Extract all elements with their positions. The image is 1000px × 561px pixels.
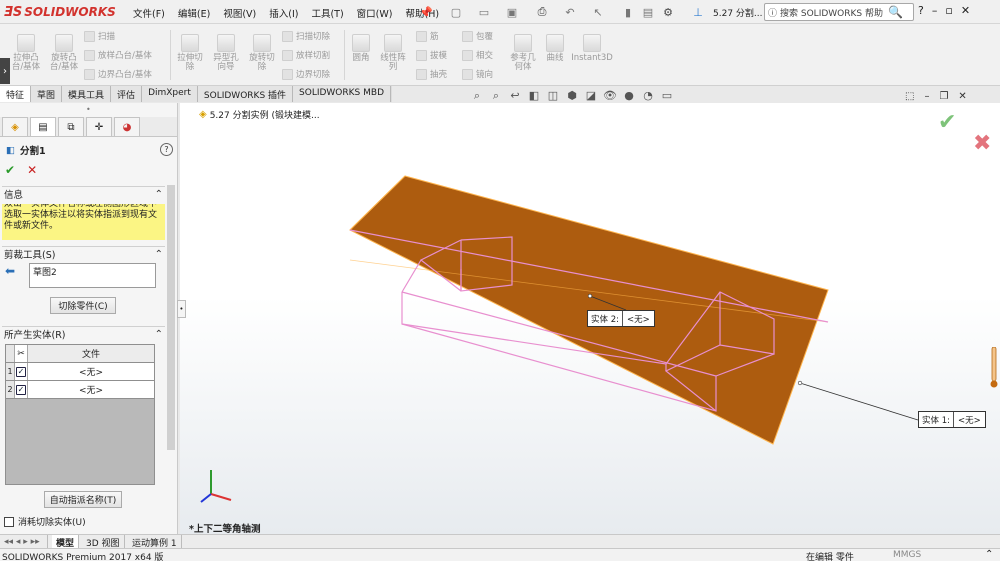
ok-cancel-group: ✔ ✕ — [5, 163, 37, 177]
row-number: 2 — [6, 381, 15, 398]
consume-label: 消耗切除实体(U) — [18, 518, 86, 528]
consume-checkbox[interactable] — [4, 516, 14, 527]
reference-triad — [200, 470, 232, 503]
consume-cut-bodies-option[interactable]: 消耗切除实体(U) — [4, 515, 86, 528]
product-version: SOLIDWORKS Premium 2017 x64 版 — [2, 553, 164, 561]
view-orientation-label: *上下二等角轴测 — [189, 524, 261, 535]
callout-anchor-1 — [797, 380, 803, 386]
body-2-value: <无> — [626, 314, 650, 325]
trim-tools-title: 剪裁工具(S) — [4, 250, 56, 261]
row-file[interactable]: <无> — [28, 381, 154, 398]
edit-mode-status: 在编辑 零件 — [806, 553, 854, 561]
body-1-value: <无> — [957, 415, 981, 426]
configuration-manager-tab-icon[interactable]: ⧉ — [58, 117, 84, 136]
manager-tabs: ◈ ▤ ⧉ ✛ ◕ — [0, 117, 177, 137]
collapse-chevron-icon: ⌃ — [154, 328, 163, 340]
table-header-row: ✂ 文件 — [6, 345, 154, 363]
feature-title: ◧ 分割1 — [6, 143, 46, 158]
callout-leader-1 — [799, 382, 919, 421]
row-checkbox[interactable]: ✓ — [16, 384, 26, 395]
table-row[interactable]: 1 ✓ <无> — [6, 363, 154, 381]
tab-motion-study[interactable]: 运动算例 1 — [128, 535, 182, 549]
body-2-label: 实体 2: — [588, 311, 623, 326]
panel-collapse-handle[interactable]: • — [177, 300, 186, 318]
status-bar: SOLIDWORKS Premium 2017 x64 版 在编辑 零件 MMG… — [0, 548, 1000, 561]
info-text: 双击一实体文件名称或左侧图形区域中选取一实体标注以将实体指派到现有文件或新文件。 — [4, 204, 158, 231]
info-message: 双击一实体文件名称或左侧图形区域中选取一实体标注以将实体指派到现有文件或新文件。 — [2, 204, 165, 240]
row-number: 1 — [6, 363, 15, 380]
row-checkbox[interactable]: ✓ — [16, 366, 26, 377]
body-2-callout[interactable]: 实体 2: <无> — [587, 310, 655, 327]
dimxpert-manager-tab-icon[interactable]: ✛ — [86, 117, 112, 136]
auto-assign-names-button[interactable]: 自动指派名称(T) — [44, 491, 122, 508]
callout-anchor-2 — [587, 293, 593, 299]
units-status[interactable]: MMGS — [893, 550, 921, 560]
model-tabs-bar: ◂◂ ◂ ▸ ▸▸ 模型 3D 视图 运动算例 1 — [0, 534, 1000, 549]
resulting-bodies-section-header[interactable]: 所产生实体(R) ⌃ — [2, 326, 165, 341]
body-1-label: 实体 1: — [919, 412, 954, 427]
panel-scrollbar[interactable] — [167, 185, 175, 450]
cancel-x-icon-panel[interactable]: ✕ — [27, 163, 37, 177]
trim-tool-selection-box[interactable]: 草图2 — [29, 263, 156, 288]
resulting-bodies-table: ✂ 文件 1 ✓ <无> 2 ✓ <无> — [5, 344, 155, 485]
file-column-header: 文件 — [28, 345, 154, 362]
collapse-chevron-icon: ⌃ — [154, 248, 163, 260]
collapse-chevron-icon: ⌃ — [154, 188, 163, 200]
body-1-callout[interactable]: 实体 1: <无> — [918, 411, 986, 428]
tab-scroll-arrows-icon[interactable]: ◂◂ ◂ ▸ ▸▸ — [0, 535, 48, 549]
feature-manager-tab-icon[interactable]: ◈ — [2, 117, 28, 136]
row-file[interactable]: <无> — [28, 363, 154, 380]
selected-sketch[interactable]: 草图2 — [33, 268, 57, 278]
feature-name: 分割1 — [19, 146, 46, 157]
units-menu-icon[interactable]: ⌃ — [985, 549, 993, 560]
info-section-title: 信息 — [4, 190, 24, 201]
panel-grip-icon[interactable]: • — [86, 105, 91, 114]
help-circle-icon[interactable]: ? — [160, 143, 173, 156]
display-manager-tab-icon[interactable]: ◕ — [114, 117, 140, 136]
split-feature-icon: ◧ — [6, 144, 15, 156]
property-manager-tab-icon[interactable]: ▤ — [30, 117, 56, 136]
ok-check-icon[interactable]: ✔ — [5, 163, 15, 177]
trim-tools-section-header[interactable]: 剪裁工具(S) ⌃ — [2, 246, 165, 261]
tab-model[interactable]: 模型 — [52, 535, 80, 549]
table-row[interactable]: 2 ✓ <无> — [6, 381, 154, 399]
info-section-header[interactable]: 信息 ⌃ — [2, 186, 165, 201]
temperature-slider-icon[interactable] — [990, 347, 998, 389]
trim-selection-icon: ⬅ — [5, 264, 16, 278]
cut-part-button[interactable]: 切除零件(C) — [50, 297, 116, 314]
scissors-icon: ✂ — [15, 345, 28, 362]
tab-3d-views[interactable]: 3D 视图 — [82, 535, 125, 549]
resulting-bodies-title: 所产生实体(R) — [4, 330, 66, 341]
